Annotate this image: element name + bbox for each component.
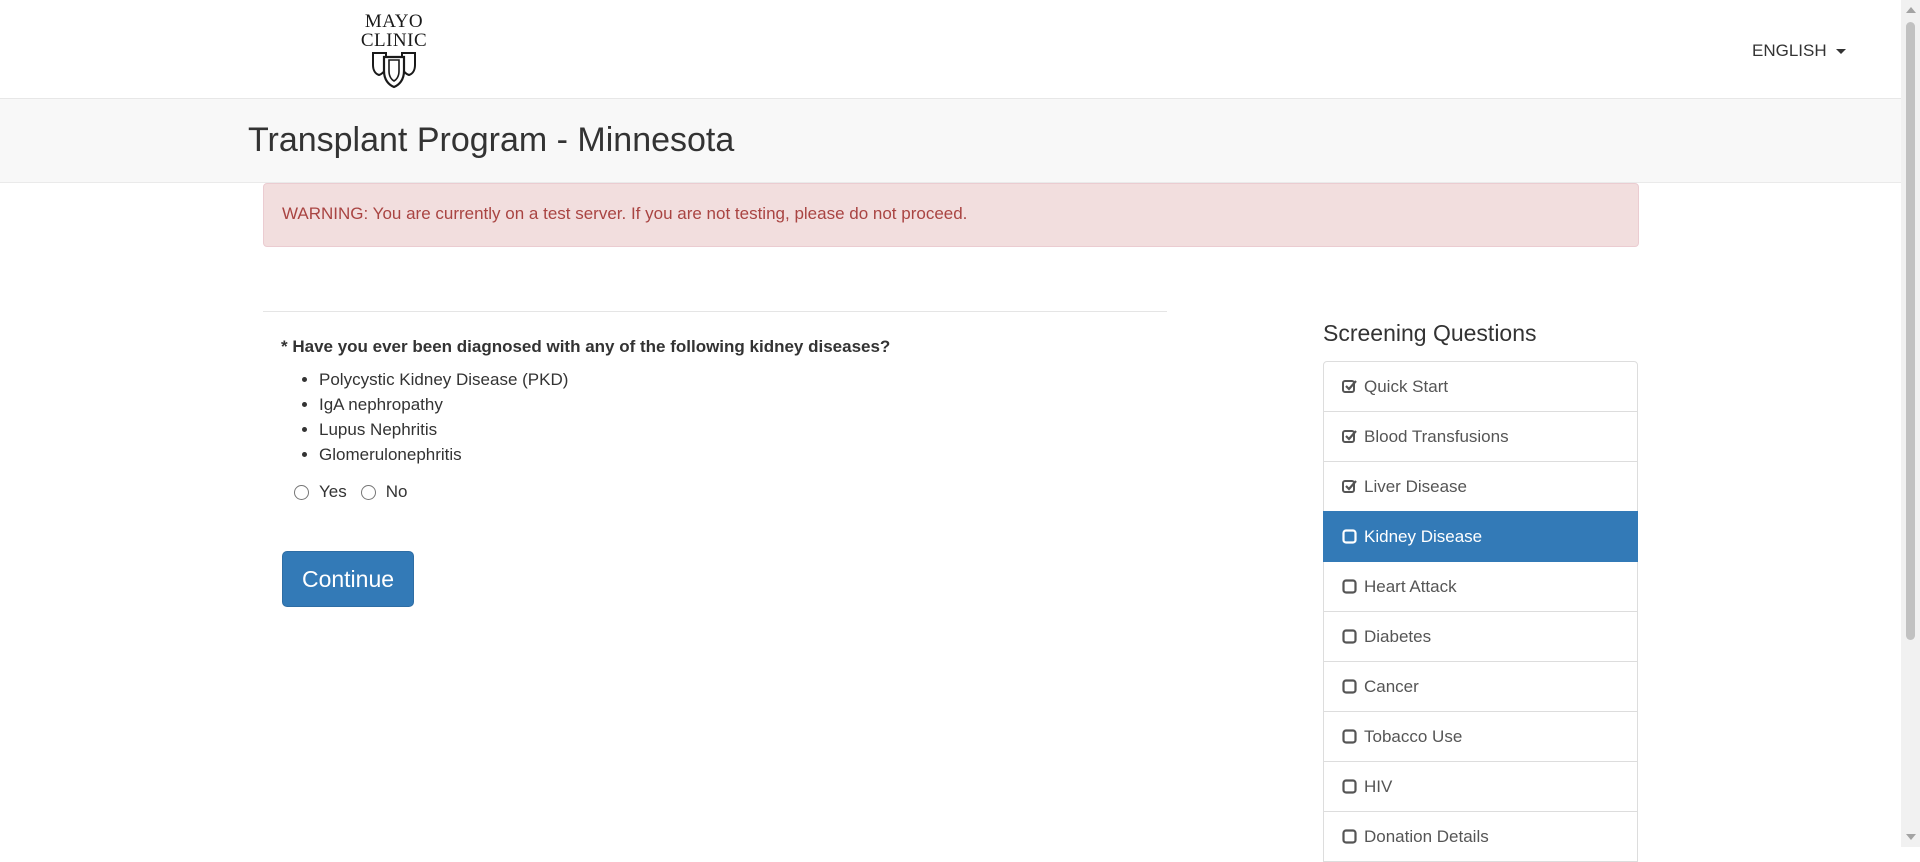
question-text: * Have you ever been diagnosed with any …	[281, 337, 891, 356]
empty-square-icon	[1342, 679, 1357, 694]
radio-no-label: No	[385, 482, 408, 501]
sidebar-item-label: Heart Attack	[1364, 576, 1457, 596]
sidebar-item-kidney-disease[interactable]: Kidney Disease	[1323, 511, 1638, 562]
empty-square-icon	[1342, 629, 1357, 644]
sidebar-item-label: Kidney Disease	[1364, 526, 1483, 546]
sidebar-item-label: Tobacco Use	[1364, 726, 1463, 746]
page-scrollbar[interactable]	[1901, 0, 1920, 847]
scroll-thumb[interactable]	[1906, 22, 1915, 640]
empty-square-icon	[1342, 829, 1357, 844]
sidebar-item-label: Cancer	[1364, 676, 1419, 696]
list-item: IgA nephropathy	[319, 392, 568, 417]
top-navbar: MAYO CLINIC ENGLISH	[0, 0, 1901, 99]
divider	[263, 311, 1167, 312]
caret-down-icon	[1835, 49, 1846, 55]
check-square-icon	[1342, 479, 1357, 494]
test-server-warning: WARNING: You are currently on a test ser…	[263, 183, 1639, 247]
page-title: Transplant Program - Minnesota	[248, 121, 735, 159]
continue-button[interactable]: Continue	[282, 551, 414, 607]
title-banner: Transplant Program - Minnesota	[0, 99, 1901, 183]
sidebar-item-diabetes[interactable]: Diabetes	[1323, 611, 1638, 662]
sidebar-item-heart-attack[interactable]: Heart Attack	[1323, 561, 1638, 612]
sidebar-item-label: Donation Details	[1364, 826, 1489, 846]
radio-no[interactable]: No	[360, 482, 408, 502]
sidebar-item-label: Blood Transfusions	[1364, 426, 1509, 446]
sidebar-item-label: HIV	[1364, 776, 1393, 796]
disease-list: Polycystic Kidney Disease (PKD) IgA neph…	[281, 367, 568, 467]
sidebar-item-label: Quick Start	[1364, 376, 1449, 396]
logo-wordmark-line1: MAYO	[364, 11, 424, 32]
language-dropdown[interactable]: ENGLISH	[1752, 41, 1846, 61]
list-item: Polycystic Kidney Disease (PKD)	[319, 367, 568, 392]
sidebar-item-blood-transfusions[interactable]: Blood Transfusions	[1323, 411, 1638, 462]
radio-yes[interactable]: Yes	[294, 482, 347, 502]
shield-logo-icon	[372, 52, 416, 89]
sidebar-item-label: Liver Disease	[1364, 476, 1467, 496]
empty-square-icon	[1342, 579, 1357, 594]
sidebar-item-quick-start[interactable]: Quick Start	[1323, 361, 1638, 412]
scroll-up-arrow-icon[interactable]	[1906, 7, 1916, 13]
scroll-down-arrow-icon[interactable]	[1906, 834, 1916, 840]
sidebar-item-cancer[interactable]: Cancer	[1323, 661, 1638, 712]
sidebar-item-liver-disease[interactable]: Liver Disease	[1323, 461, 1638, 512]
sidebar-item-tobacco-use[interactable]: Tobacco Use	[1323, 711, 1638, 762]
screening-questions-list: Quick Start Blood Transfusions Liver Dis…	[1323, 361, 1638, 862]
radio-button-yes[interactable]	[294, 484, 309, 500]
radio-button-no[interactable]	[360, 484, 376, 500]
empty-square-icon	[1342, 729, 1357, 744]
answer-radio-group: Yes No	[294, 482, 421, 502]
sidebar-item-label: Diabetes	[1364, 626, 1432, 646]
list-item: Glomerulonephritis	[319, 442, 568, 467]
check-square-icon	[1342, 379, 1357, 394]
list-item: Lupus Nephritis	[319, 417, 568, 442]
empty-square-icon	[1342, 529, 1357, 544]
radio-yes-label: Yes	[319, 482, 347, 501]
mayo-clinic-logo[interactable]: MAYO CLINIC	[356, 12, 432, 90]
check-square-icon	[1342, 429, 1357, 444]
sidebar-item-hiv[interactable]: HIV	[1323, 761, 1638, 812]
logo-wordmark-line2: CLINIC	[360, 30, 428, 51]
sidebar-title: Screening Questions	[1323, 320, 1537, 346]
sidebar-item-donation-details[interactable]: Donation Details	[1323, 811, 1638, 862]
empty-square-icon	[1342, 779, 1357, 794]
language-label: ENGLISH	[1752, 41, 1827, 60]
